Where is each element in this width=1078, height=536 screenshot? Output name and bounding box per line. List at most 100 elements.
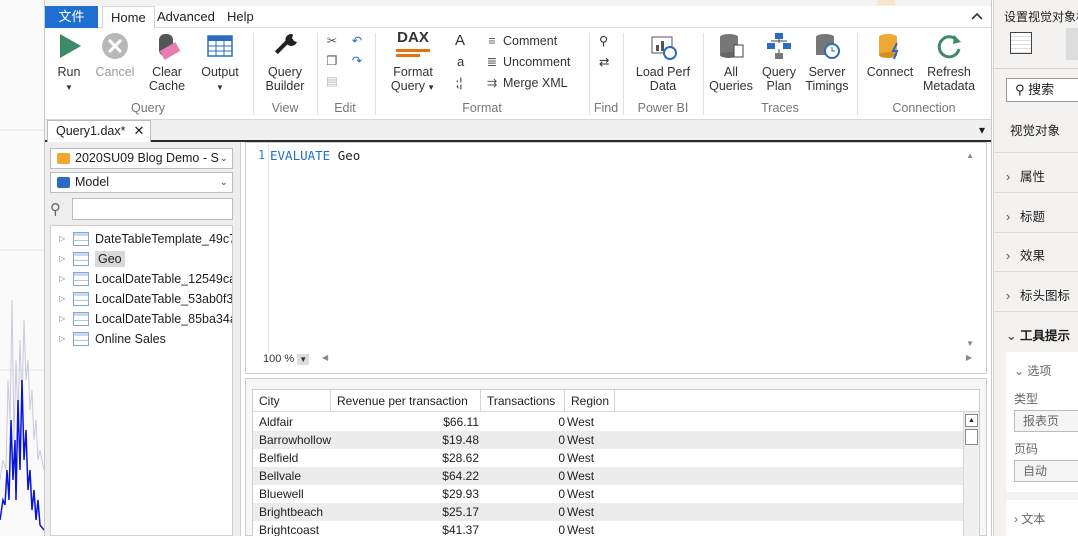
- database-dropdown[interactable]: 2020SU09 Blog Demo - S ⌄: [50, 148, 233, 169]
- redo-icon[interactable]: ↷: [350, 52, 368, 70]
- section-label: 效果: [1020, 249, 1046, 263]
- column-header-transactions[interactable]: Transactions: [481, 390, 565, 412]
- scroll-down-icon[interactable]: ▼: [966, 339, 974, 348]
- cell-region: West: [567, 415, 595, 429]
- scroll-thumb[interactable]: [965, 429, 978, 445]
- table-row[interactable]: Aldfair $66.11 0 West: [253, 413, 965, 431]
- column-header-revenue[interactable]: Revenue per transaction: [331, 390, 481, 412]
- section-tooltips[interactable]: ⌄ 工具提示: [1006, 325, 1070, 344]
- database-trace-icon: [720, 34, 744, 58]
- uncomment-label: Uncomment: [503, 55, 571, 69]
- cell-city: Brightcoast: [259, 523, 320, 536]
- load-perf-data-button[interactable]: Load Perf Data: [633, 31, 693, 93]
- tab-home[interactable]: Home: [102, 6, 155, 29]
- font-size-down-icon[interactable]: a: [457, 53, 464, 71]
- swap-delimiters-icon[interactable]: ⁏¦: [455, 74, 462, 92]
- expand-icon[interactable]: ▷: [59, 309, 65, 329]
- tree-item-table[interactable]: ▷ LocalDateTable_53ab0f3: [51, 289, 232, 309]
- cancel-button[interactable]: Cancel: [95, 31, 135, 79]
- close-tab-icon[interactable]: ✕: [133, 123, 144, 138]
- section-effects[interactable]: › 效果: [1006, 245, 1045, 264]
- collapse-ribbon-icon[interactable]: [971, 9, 983, 24]
- server-timings-button[interactable]: Server Timings: [803, 31, 851, 93]
- replace-icon[interactable]: ⇄: [599, 53, 609, 71]
- clear-cache-button[interactable]: Clear Cache: [147, 31, 187, 93]
- paste-icon[interactable]: ▤: [325, 72, 343, 90]
- expand-icon[interactable]: ▷: [59, 269, 65, 289]
- undo-icon[interactable]: ↶: [350, 32, 368, 50]
- scroll-up-icon[interactable]: ▲: [966, 151, 974, 160]
- query-plan-button[interactable]: Query Plan: [757, 31, 801, 93]
- output-button[interactable]: Output ▼: [199, 31, 241, 95]
- table-row[interactable]: Bluewell $29.93 0 West: [253, 485, 965, 503]
- format-query-button[interactable]: DAX Format Query ▼: [389, 30, 437, 95]
- find-icon[interactable]: ⚲: [599, 32, 608, 50]
- connect-button[interactable]: Connect: [865, 31, 915, 79]
- cut-icon[interactable]: ✂: [325, 32, 343, 50]
- table-visual-icon[interactable]: [1010, 32, 1032, 54]
- query-builder-button[interactable]: Query Builder: [263, 31, 307, 93]
- zoom-dropdown-icon[interactable]: ▼: [297, 353, 310, 365]
- options-card: ⌄ 选项 类型 报表页 页码 自动: [1006, 352, 1078, 492]
- section-properties[interactable]: › 属性: [1006, 166, 1045, 185]
- tab-file[interactable]: 文件: [45, 6, 98, 28]
- page-select[interactable]: 自动: [1014, 460, 1078, 482]
- database-icon: [57, 153, 70, 164]
- query-editor[interactable]: 1 EVALUATE Geo ▲ ▼ 100 % ▼ ◀ ▶: [245, 142, 987, 374]
- tab-query1[interactable]: Query1.dax* ✕: [47, 120, 152, 142]
- format-brush-icon[interactable]: [1066, 28, 1078, 60]
- text-section-card[interactable]: › 文本: [1006, 500, 1078, 536]
- table-row[interactable]: Brightcoast $41.37 0 West: [253, 521, 965, 536]
- font-size-up-icon[interactable]: A: [455, 32, 465, 50]
- comment-button[interactable]: ≡ Comment: [485, 32, 557, 50]
- table-name: LocalDateTable_12549ca: [95, 272, 233, 286]
- scroll-left-icon[interactable]: ◀: [322, 353, 328, 362]
- tab-help[interactable]: Help: [219, 6, 262, 28]
- options-header[interactable]: ⌄ 选项: [1014, 362, 1051, 379]
- tree-item-table[interactable]: ▷ LocalDateTable_85ba34a: [51, 309, 232, 329]
- run-button[interactable]: Run ▼: [53, 31, 85, 95]
- copy-icon[interactable]: ❐: [325, 52, 343, 70]
- cell-revenue: $41.37: [442, 523, 479, 536]
- visual-tab-label[interactable]: 视觉对象: [1010, 120, 1060, 139]
- table-row[interactable]: Brightbeach $25.17 0 West: [253, 503, 965, 521]
- tree-item-table[interactable]: ▷ LocalDateTable_12549ca: [51, 269, 232, 289]
- expand-icon[interactable]: ▷: [59, 229, 65, 249]
- type-select[interactable]: 报表页: [1014, 410, 1078, 432]
- cube-icon: [57, 177, 70, 188]
- all-queries-button[interactable]: All Queries: [709, 31, 753, 93]
- scroll-right-icon[interactable]: ▶: [966, 353, 972, 362]
- code-line[interactable]: EVALUATE Geo: [270, 148, 360, 163]
- run-dropdown-icon[interactable]: ▼: [65, 83, 73, 92]
- metadata-search-input[interactable]: [72, 198, 233, 220]
- tree-item-table[interactable]: ▷ Geo: [51, 249, 232, 269]
- tree-item-table[interactable]: ▷ Online Sales: [51, 329, 232, 349]
- format-search-input[interactable]: ⚲ 搜索: [1006, 78, 1078, 102]
- section-label: 标头图标: [1020, 289, 1071, 303]
- expand-icon[interactable]: ▷: [59, 329, 65, 349]
- expand-icon[interactable]: ▷: [59, 289, 65, 309]
- table-row[interactable]: Belfield $28.62 0 West: [253, 449, 965, 467]
- zoom-control[interactable]: 100 % ▼: [263, 353, 310, 365]
- tree-item-table[interactable]: ▷ DateTableTemplate_49c7: [51, 229, 232, 249]
- cell-revenue: $25.17: [442, 505, 479, 519]
- scroll-up-icon[interactable]: ▲: [965, 414, 978, 427]
- metadata-search: ⚲: [50, 198, 233, 220]
- model-dropdown[interactable]: Model ⌄: [50, 172, 233, 193]
- section-title[interactable]: › 标题: [1006, 206, 1045, 225]
- grid-scrollbar[interactable]: ▲: [963, 412, 979, 536]
- column-header-region[interactable]: Region: [565, 390, 615, 412]
- tab-advanced[interactable]: Advanced: [149, 6, 223, 28]
- table-row[interactable]: Barrowhollow $19.48 0 West: [253, 431, 965, 449]
- text-section-header[interactable]: › 文本: [1014, 510, 1045, 527]
- table-row[interactable]: Bellvale $64.22 0 West: [253, 467, 965, 485]
- refresh-metadata-button[interactable]: Refresh Metadata: [919, 31, 979, 93]
- section-header-icons[interactable]: › 标头图标: [1006, 285, 1070, 304]
- expand-icon[interactable]: ▷: [59, 249, 65, 269]
- output-dropdown-icon[interactable]: ▼: [216, 83, 224, 92]
- uncomment-button[interactable]: ≣ Uncomment: [485, 53, 571, 71]
- chevron-down-icon: ⌄: [1014, 364, 1028, 378]
- column-header-city[interactable]: City: [253, 390, 331, 412]
- tab-list-icon[interactable]: ▾: [979, 123, 985, 137]
- merge-xml-button[interactable]: ⇉ Merge XML: [485, 74, 568, 92]
